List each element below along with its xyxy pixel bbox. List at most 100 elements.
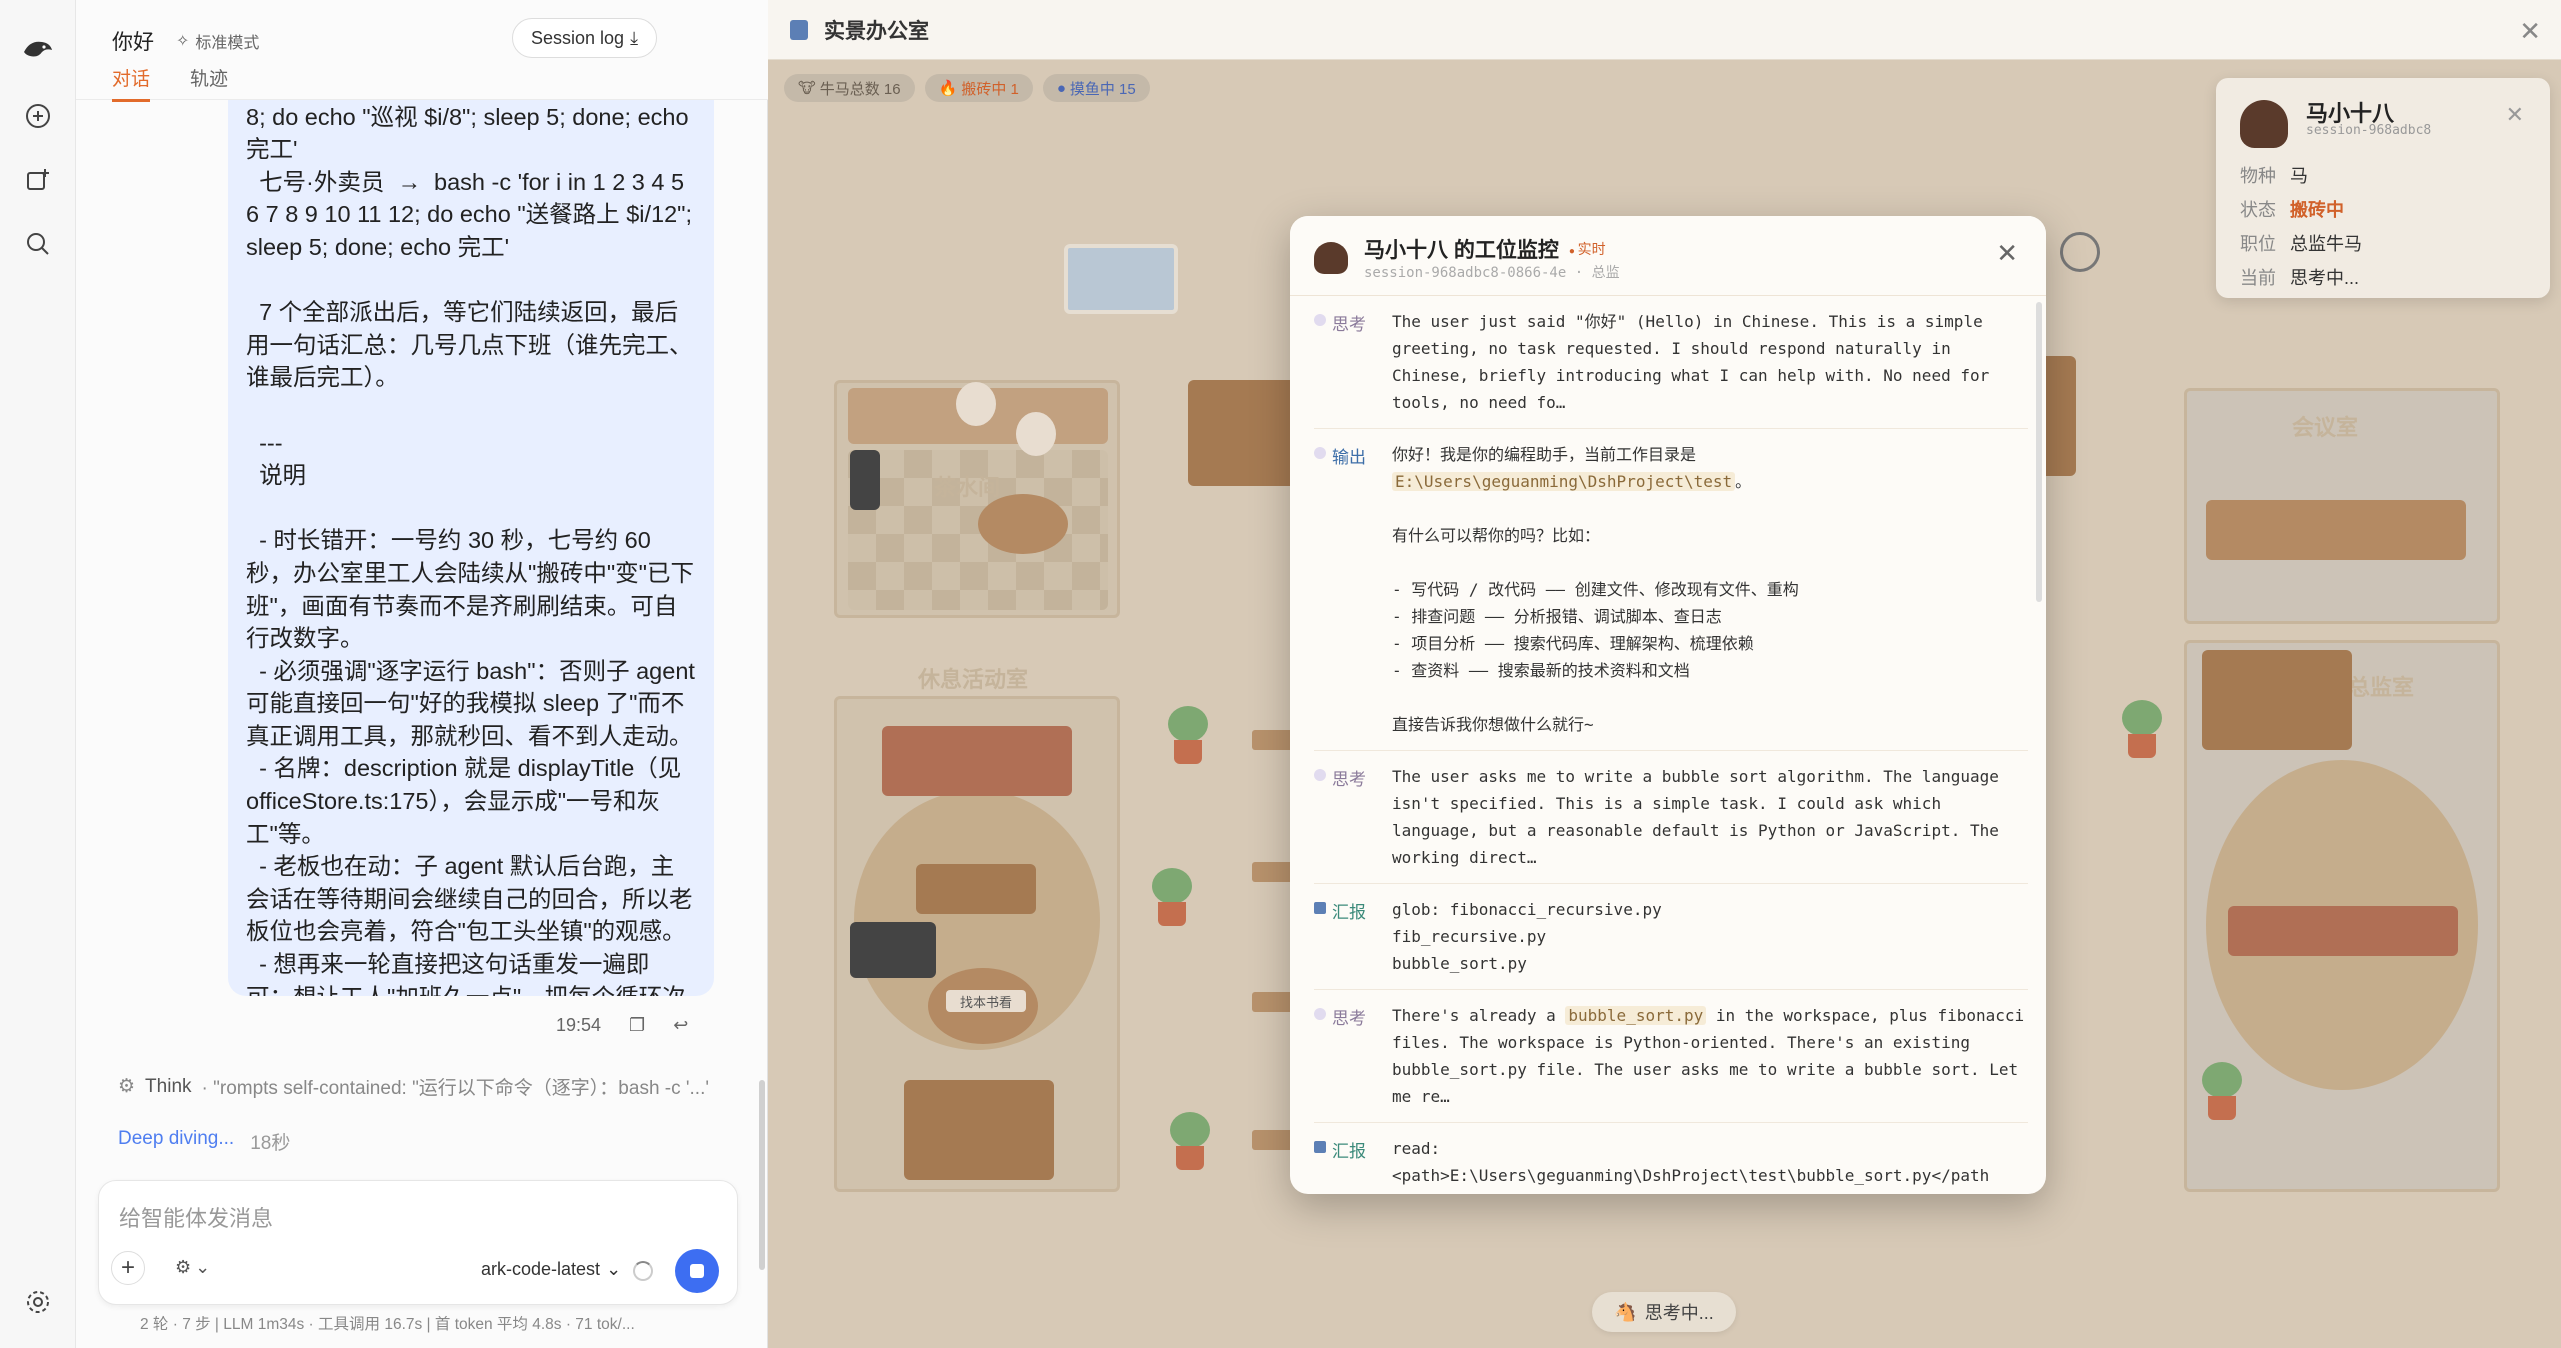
close-icon[interactable]: ✕ xyxy=(2519,16,2541,47)
tv xyxy=(850,922,936,978)
mode-icon: ✧ xyxy=(176,33,190,50)
info-key: 物种 xyxy=(2240,166,2276,186)
close-icon[interactable]: ✕ xyxy=(2506,102,2524,128)
cow-worker-1 xyxy=(956,382,996,426)
plant xyxy=(1166,1112,1214,1172)
think-icon xyxy=(1314,314,1326,326)
bookshelf xyxy=(1188,380,1298,486)
office-book-icon xyxy=(790,20,808,40)
worker-session: session-968adbc8 xyxy=(2306,123,2432,138)
horse-avatar xyxy=(2240,100,2288,148)
chat-scrollbar[interactable] xyxy=(759,1080,765,1270)
chip-idle: ● 摸鱼中 15 xyxy=(1042,74,1150,102)
stop-button[interactable] xyxy=(675,1249,719,1293)
info-value: 马 xyxy=(2290,166,2308,186)
mode-toggle[interactable]: ✧ 标准模式 xyxy=(176,29,259,53)
plant xyxy=(1148,868,1196,928)
info-value: 总监牛马 xyxy=(2290,234,2362,254)
log-entry: 思考 The user asks me to write a bubble so… xyxy=(1314,751,2028,884)
message-input[interactable]: 给智能体发消息 xyxy=(119,1201,273,1233)
think-line[interactable]: ⚙ Think · "rompts self-contained: "运行以下命… xyxy=(118,1073,758,1100)
report-icon xyxy=(1314,902,1326,914)
cow-icon: 🐮 xyxy=(798,80,816,97)
modal-subtitle: session-968adbc8-0866-4e · 总监 xyxy=(1364,265,1620,281)
log-tag-label: 输出 xyxy=(1332,448,1366,467)
chat-header: 你好 ✧ 标准模式 Session log ⤓ 对话 轨迹 xyxy=(76,0,768,102)
tea-room-label: 茶水间 xyxy=(934,475,1001,500)
deep-diving-time: 18秒 xyxy=(250,1133,291,1154)
reply-icon[interactable]: ↩ xyxy=(673,1015,688,1036)
coffee-table xyxy=(916,864,1036,914)
chat-tabs: 对话 轨迹 xyxy=(112,64,228,102)
tool-selector[interactable]: ⚙ ⌄ xyxy=(175,1257,210,1278)
model-selector[interactable]: ark-code-latest ⌄ xyxy=(481,1259,621,1280)
modal-header: 马小十八 的工位监控 实时 session-968adbc8-0866-4e ·… xyxy=(1290,216,2046,296)
thinking-status-label: 思考中... xyxy=(1644,1303,1714,1323)
user-message-bubble: 八号监工 → bash -c 'for i in 1 2 3 4 5 6 7 8… xyxy=(228,60,714,996)
log-tag-label: 汇报 xyxy=(1332,903,1366,922)
modal-title: 马小十八 的工位监控 实时 xyxy=(1364,234,1606,264)
info-key: 当前 xyxy=(2240,268,2276,288)
log-tag-label: 汇报 xyxy=(1332,1142,1366,1161)
log-tag-label: 思考 xyxy=(1332,1009,1366,1028)
log-tag: 思考 xyxy=(1314,308,1392,416)
user-message-text: 八号监工 → bash -c 'for i in 1 2 3 4 5 6 7 8… xyxy=(246,71,695,996)
icon-rail xyxy=(0,0,76,1348)
plant xyxy=(1164,706,1212,766)
log-text: The user just said "你好" (Hello) in Chine… xyxy=(1392,312,1999,412)
think-text: · "rompts self-contained: "运行以下命令（逐字）：ba… xyxy=(201,1078,709,1099)
log-entry: 输出 你好！我是你的编程助手，当前工作目录是 E:\Users\geguanmi… xyxy=(1314,429,2028,751)
logo-icon[interactable] xyxy=(20,32,56,68)
log-tag: 汇报 xyxy=(1314,1135,1392,1194)
mode-label: 标准模式 xyxy=(195,35,260,52)
output-path: E:\Users\geguanming\DshProject\test xyxy=(1392,472,1736,491)
info-value: 思考中... xyxy=(2290,268,2360,288)
lounge-bookshelf xyxy=(904,1080,1054,1180)
tab-trace[interactable]: 轨迹 xyxy=(190,64,228,102)
office-title: 实景办公室 xyxy=(824,19,929,43)
close-icon[interactable]: ✕ xyxy=(1996,238,2018,269)
output-icon xyxy=(1314,447,1326,459)
log-tag-label: 思考 xyxy=(1332,770,1366,789)
monitor-log: 思考 The user just said "你好" (Hello) in Ch… xyxy=(1290,296,2046,1194)
log-entry: 思考 There's already a bubble_sort.py in t… xyxy=(1314,990,2028,1123)
clock-icon xyxy=(2060,232,2100,272)
message-meta: 19:54 ❐ ↩ xyxy=(556,1015,688,1036)
log-entry: 汇报 read: <path>E:\Users\geguanming\DshPr… xyxy=(1314,1123,2028,1194)
chevron-down-icon: ⌄ xyxy=(606,1259,622,1279)
copy-icon[interactable]: ❐ xyxy=(629,1015,645,1036)
director-desk xyxy=(2228,906,2458,956)
modal-title-text: 马小十八 的工位监控 xyxy=(1364,239,1559,262)
log-tag: 思考 xyxy=(1314,763,1392,871)
stop-icon xyxy=(690,1264,704,1278)
add-window-icon[interactable] xyxy=(20,162,56,198)
live-badge: 实时 xyxy=(1569,239,1606,259)
deep-diving-label: Deep diving... xyxy=(118,1128,235,1149)
chip-working: 🔥 搬砖中 1 xyxy=(924,74,1033,102)
director-room-label: 总监室 xyxy=(2348,675,2415,700)
info-key: 职位 xyxy=(2240,234,2276,254)
thinking-status-pill[interactable]: 🐴 思考中... xyxy=(1592,1292,1736,1332)
book-sign: 找本书看 xyxy=(946,990,1026,1012)
settings-icon[interactable] xyxy=(20,1284,56,1320)
chip-working-label: 搬砖中 1 xyxy=(961,80,1019,98)
log-text: There's already a bubble_sort.py in the … xyxy=(1392,1002,2028,1110)
session-log-button[interactable]: Session log ⤓ xyxy=(512,18,658,58)
message-input-box[interactable]: 给智能体发消息 + ⚙ ⌄ ark-code-latest ⌄ xyxy=(98,1180,738,1305)
coffee-machine xyxy=(850,450,880,510)
model-label: ark-code-latest xyxy=(481,1259,601,1279)
report-icon xyxy=(1314,1141,1326,1153)
attach-button[interactable]: + xyxy=(111,1251,145,1285)
tab-conversation[interactable]: 对话 xyxy=(112,64,151,102)
log-text: The user asks me to write a bubble sort … xyxy=(1392,767,2009,867)
think-icon xyxy=(1314,769,1326,781)
chat-title: 你好 xyxy=(112,31,154,54)
sofa xyxy=(882,726,1072,796)
new-chat-icon[interactable] xyxy=(20,98,56,134)
session-log-label: Session log xyxy=(531,27,625,48)
think-label: Think xyxy=(145,1075,192,1097)
log-text: glob: fibonacci_recursive.py fib_recursi… xyxy=(1392,900,1662,973)
log-entry: 汇报 glob: fibonacci_recursive.py fib_recu… xyxy=(1314,884,2028,990)
plant xyxy=(2198,1062,2246,1122)
search-icon[interactable] xyxy=(20,226,56,262)
